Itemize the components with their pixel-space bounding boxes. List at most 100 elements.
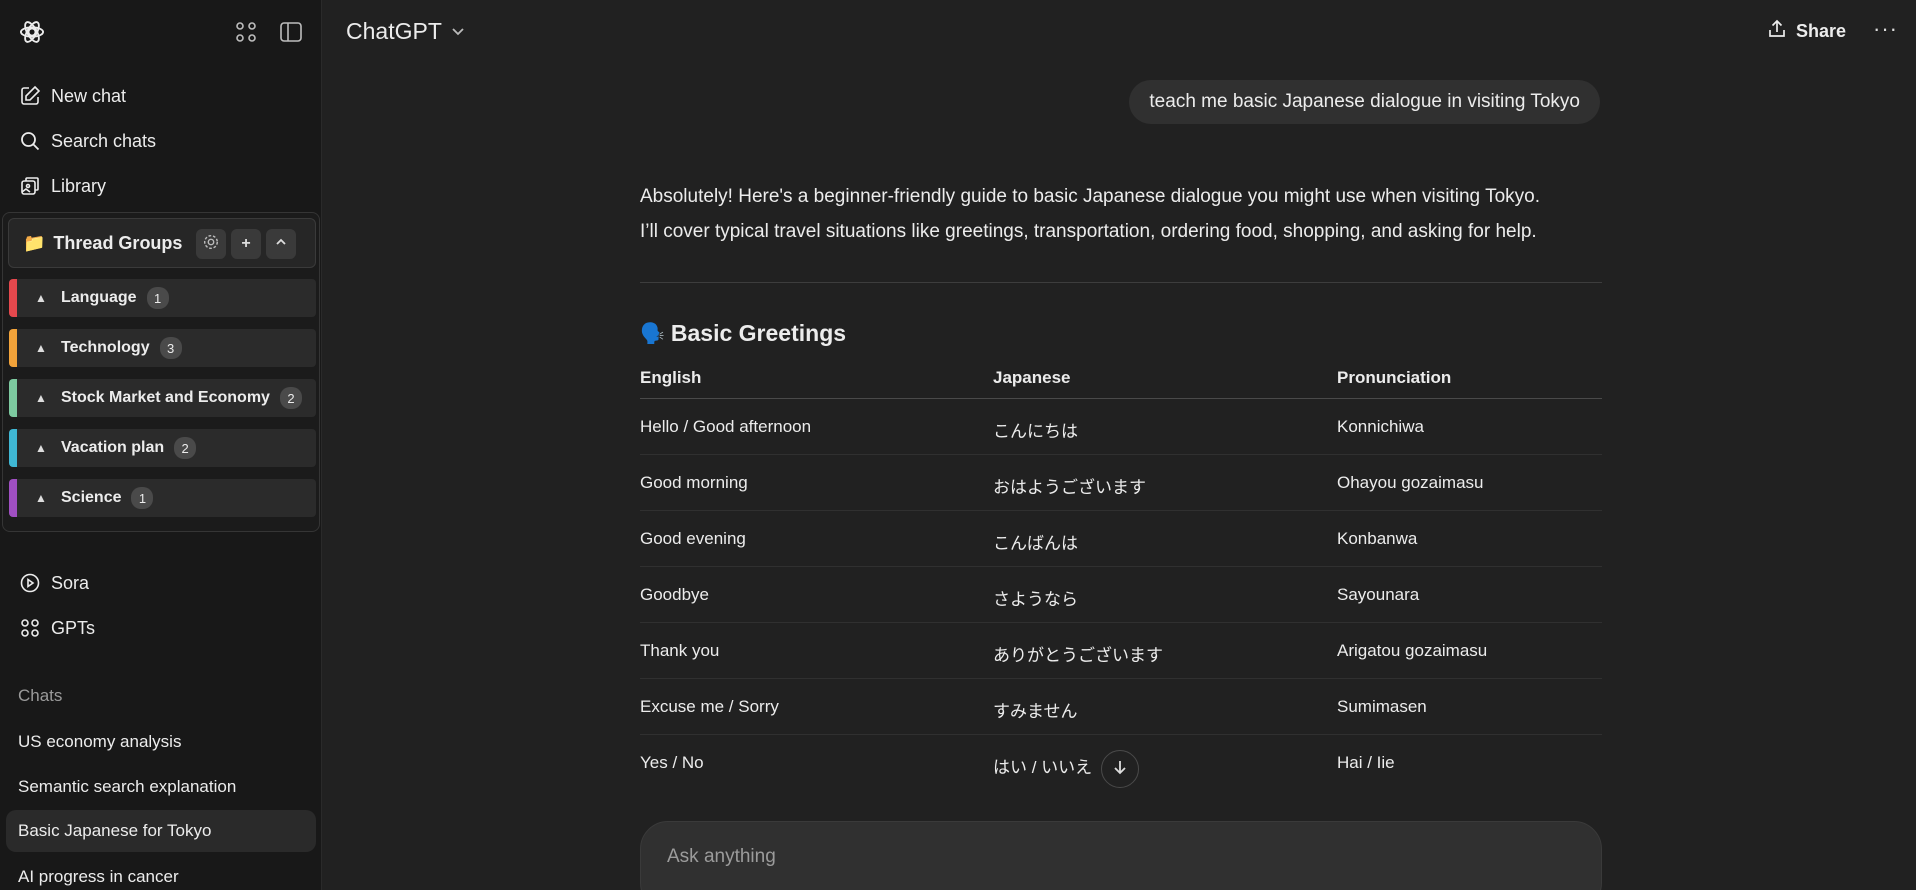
cell-english: Good morning <box>640 473 748 492</box>
gear-icon <box>202 233 220 256</box>
chat-list-item-active[interactable]: Basic Japanese for Tokyo <box>6 810 316 852</box>
cell-english: Goodbye <box>640 585 709 604</box>
expand-triangle-icon[interactable]: ▲ <box>35 441 47 455</box>
cell-japanese: はい / いいえ <box>993 758 1093 777</box>
cell-english: Yes / No <box>640 753 704 772</box>
thread-groups-settings-button[interactable] <box>196 229 226 259</box>
user-message-bubble: teach me basic Japanese dialogue in visi… <box>1129 80 1600 124</box>
message-input[interactable] <box>667 842 1467 872</box>
gpts-label: GPTs <box>51 617 96 638</box>
thread-group-count-badge: 1 <box>146 287 169 309</box>
table-row: Hello / Good afternoon こんにちは Konnichiwa <box>640 399 1602 455</box>
search-chats-button[interactable]: Search chats <box>8 121 314 161</box>
sidebar: New chat Search chats Library 📁 Thread G… <box>0 0 322 890</box>
top-header: ChatGPT Share ··· <box>322 0 1916 64</box>
cell-pronunciation: Konnichiwa <box>1337 417 1424 436</box>
table-row: Excuse me / Sorry すみません Sumimasen <box>640 679 1602 735</box>
cell-pronunciation: Konbanwa <box>1337 529 1418 548</box>
table-row: Thank you ありがとうございます Arigatou gozaimasu <box>640 623 1602 679</box>
arrow-down-icon <box>1111 758 1129 781</box>
group-color-bar <box>9 479 17 517</box>
openai-logo-icon[interactable] <box>18 18 46 46</box>
share-label: Share <box>1795 21 1846 41</box>
chat-list-item[interactable]: Semantic search explanation <box>6 766 316 808</box>
thread-group-name: Stock Market and Economy <box>61 389 270 406</box>
library-icon <box>19 175 41 197</box>
thread-group-count-badge: 2 <box>279 387 302 409</box>
thread-group-count-badge: 2 <box>174 437 197 459</box>
speaking-head-icon: 🗣️ <box>640 323 665 345</box>
expand-triangle-icon[interactable]: ▲ <box>35 341 47 355</box>
thread-group-name: Technology <box>61 339 150 356</box>
thread-groups-add-button[interactable]: + <box>231 229 261 259</box>
sora-button[interactable]: Sora <box>8 563 314 603</box>
share-button[interactable]: Share <box>1766 18 1846 45</box>
thread-group-count-badge: 3 <box>159 337 182 359</box>
table-header-pronunciation: Pronunciation <box>1337 368 1452 387</box>
scroll-to-bottom-button[interactable] <box>1101 750 1139 788</box>
thread-groups-header: 📁 Thread Groups + <box>8 218 316 268</box>
table-row: Goodbye さようなら Sayounara <box>640 567 1602 623</box>
thread-group-name: Science <box>61 489 122 506</box>
cell-japanese: ありがとうございます <box>993 646 1163 665</box>
new-chat-label: New chat <box>51 85 127 106</box>
model-name: ChatGPT <box>346 18 442 44</box>
cell-pronunciation: Ohayou gozaimasu <box>1337 473 1484 492</box>
new-chat-icon <box>19 85 41 107</box>
gpts-button[interactable]: GPTs <box>8 608 314 648</box>
thread-group-name: Language <box>61 289 137 306</box>
answer-line-2: I’ll cover typical travel situations lik… <box>640 221 1537 242</box>
sidebar-toggle-icon[interactable] <box>279 21 303 43</box>
library-label: Library <box>51 175 107 196</box>
chat-list-item[interactable]: US economy analysis <box>6 721 316 763</box>
table-header-english: English <box>640 368 702 387</box>
cell-english: Excuse me / Sorry <box>640 697 779 716</box>
chevron-down-icon <box>450 18 466 45</box>
chats-heading: Chats <box>18 686 63 705</box>
chat-list-item[interactable]: AI progress in cancer <box>6 856 316 890</box>
more-options-icon[interactable]: ··· <box>1873 16 1898 42</box>
group-color-bar <box>9 329 17 367</box>
expand-triangle-icon[interactable]: ▲ <box>35 491 47 505</box>
section-heading: 🗣️ Basic Greetings <box>640 320 846 347</box>
cell-english: Good evening <box>640 529 746 548</box>
thread-group-name: Vacation plan <box>61 439 165 456</box>
thread-group-item[interactable]: ▲ Vacation plan 2 <box>9 429 316 467</box>
cell-japanese: さようなら <box>993 590 1078 609</box>
thread-groups-title: Thread Groups <box>53 232 183 253</box>
play-circle-icon <box>19 572 41 594</box>
sora-label: Sora <box>51 572 90 593</box>
cell-english: Thank you <box>640 641 720 660</box>
thread-group-item[interactable]: ▲ Science 1 <box>9 479 316 517</box>
folder-icon: 📁 <box>23 232 46 253</box>
message-composer <box>640 821 1602 890</box>
sidebar-top-bar <box>18 14 303 50</box>
table-row: Good morning おはようございます Ohayou gozaimasu <box>640 455 1602 511</box>
group-color-bar <box>9 279 17 317</box>
assistant-answer: Absolutely! Here's a beginner-friendly g… <box>640 179 1602 249</box>
expand-triangle-icon[interactable]: ▲ <box>35 391 47 405</box>
new-chat-button[interactable]: New chat <box>8 76 314 116</box>
thread-group-item[interactable]: ▲ Language 1 <box>9 279 316 317</box>
thread-groups-collapse-button[interactable] <box>266 229 296 259</box>
share-icon <box>1766 18 1788 45</box>
cell-pronunciation: Sayounara <box>1337 585 1420 604</box>
thread-group-item[interactable]: ▲ Stock Market and Economy 2 <box>9 379 316 417</box>
cell-japanese: おはようございます <box>993 478 1146 497</box>
divider <box>640 282 1602 283</box>
cell-pronunciation: Sumimasen <box>1337 697 1427 716</box>
section-title: Basic Greetings <box>670 320 847 346</box>
cell-japanese: こんにちは <box>993 422 1078 441</box>
group-color-bar <box>9 429 17 467</box>
cell-pronunciation: Arigatou gozaimasu <box>1337 641 1488 660</box>
apps-grid-icon[interactable] <box>235 21 257 43</box>
chevron-up-icon <box>274 235 288 254</box>
expand-triangle-icon[interactable]: ▲ <box>35 291 47 305</box>
thread-groups-panel: 📁 Thread Groups + ▲ Language 1 ▲ Technol… <box>2 212 320 532</box>
model-selector[interactable]: ChatGPT <box>346 18 466 45</box>
cell-japanese: こんばんは <box>993 534 1078 553</box>
table-header-japanese: Japanese <box>993 368 1071 387</box>
thread-group-item[interactable]: ▲ Technology 3 <box>9 329 316 367</box>
library-button[interactable]: Library <box>8 166 314 206</box>
search-icon <box>19 130 41 152</box>
